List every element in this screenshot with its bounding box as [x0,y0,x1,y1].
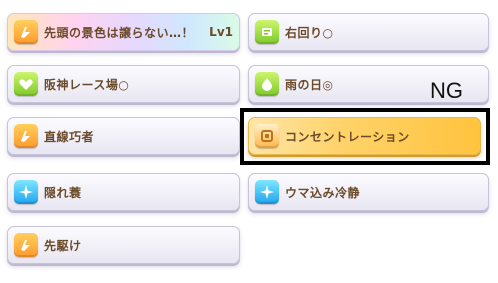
speed-icon [255,72,279,96]
speed-icon [14,233,38,257]
speed-icon [14,20,38,44]
ng-annotation: NG [430,78,463,103]
skill-card-sento-no-keshiki[interactable]: 先頭の景色は譲らない…！ Lv1 [7,13,240,51]
skill-card-kakuremino[interactable]: 隠れ蓑 [7,173,240,211]
skill-card-migimawari[interactable]: 右回り○ [248,13,489,51]
skill-label: 阪神レース場○ [44,77,130,92]
heart-icon [14,72,38,96]
skill-label: 先駆け [44,238,82,253]
skill-label: 直線巧者 [44,129,95,144]
skill-label: 雨の日◎ [285,77,334,92]
sparkle-icon [255,180,279,204]
skill-card-sakigake[interactable]: 先駆け [7,226,240,264]
skill-label: 先頭の景色は譲らない…！ [44,25,195,40]
skill-label: 右回り○ [285,25,334,40]
highlight-box [240,108,490,165]
skill-card-hanshin[interactable]: 阪神レース場○ [7,65,240,103]
skill-card-chokusen-kousha[interactable]: 直線巧者 [7,117,240,155]
sparkle-icon [14,180,38,204]
speed-icon [14,124,38,148]
speed-icon [255,20,279,44]
skill-card-umagomi-reisei[interactable]: ウマ込み冷静 [248,173,489,211]
skill-label: 隠れ蓑 [44,185,82,200]
skill-label: ウマ込み冷静 [285,185,361,200]
skill-level: Lv1 [209,25,233,39]
